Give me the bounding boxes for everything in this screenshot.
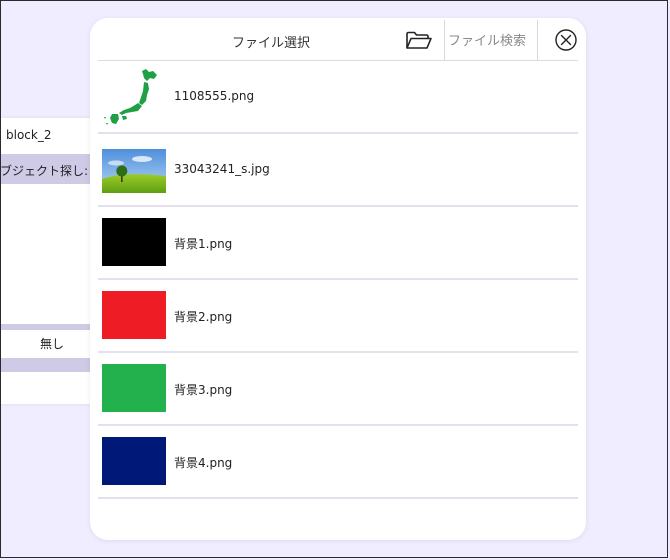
file-select-dialog: ファイル選択 ファイル検索 1108555.png 33043241_s.jpg… (90, 18, 586, 540)
file-name: 背景1.png (174, 237, 233, 251)
none-option[interactable]: 無し (0, 330, 104, 358)
close-circle-icon (555, 29, 577, 51)
file-name: 33043241_s.jpg (174, 162, 270, 176)
file-item[interactable]: 33043241_s.jpg (98, 134, 578, 207)
background-panel: block_2 ブジェクト探し: 無し (0, 118, 104, 404)
file-name: 1108555.png (174, 89, 255, 103)
file-list: 1108555.png 33043241_s.jpg 背景1.png 背景2.p… (98, 61, 578, 499)
file-name: 背景2.png (174, 310, 233, 324)
file-item[interactable]: 1108555.png (98, 61, 578, 134)
landscape-photo (102, 149, 166, 193)
folder-open-button[interactable] (404, 28, 434, 54)
color-swatch (102, 291, 166, 339)
file-item[interactable]: 背景4.png (98, 426, 578, 499)
color-swatch (102, 218, 166, 266)
folder-open-icon (406, 31, 432, 49)
file-name: 背景4.png (174, 456, 233, 470)
color-swatch (102, 364, 166, 412)
file-item[interactable]: 背景2.png (98, 280, 578, 353)
panel-divider (0, 358, 104, 372)
header-separator (537, 20, 538, 60)
header-separator (444, 20, 445, 60)
dialog-header: ファイル選択 (90, 18, 586, 62)
file-item[interactable]: 背景1.png (98, 207, 578, 280)
dialog-title: ファイル選択 (231, 36, 310, 51)
selected-object-label: ブジェクト探し: (0, 164, 89, 178)
japan-map-icon (102, 67, 166, 125)
file-search-input[interactable] (446, 28, 540, 54)
close-button[interactable] (554, 28, 578, 52)
file-item[interactable]: 背景3.png (98, 353, 578, 426)
panel-title: block_2 (6, 128, 52, 142)
color-swatch (102, 437, 166, 485)
selected-object-item[interactable]: ブジェクト探し: (0, 154, 104, 184)
file-name: 背景3.png (174, 383, 233, 397)
